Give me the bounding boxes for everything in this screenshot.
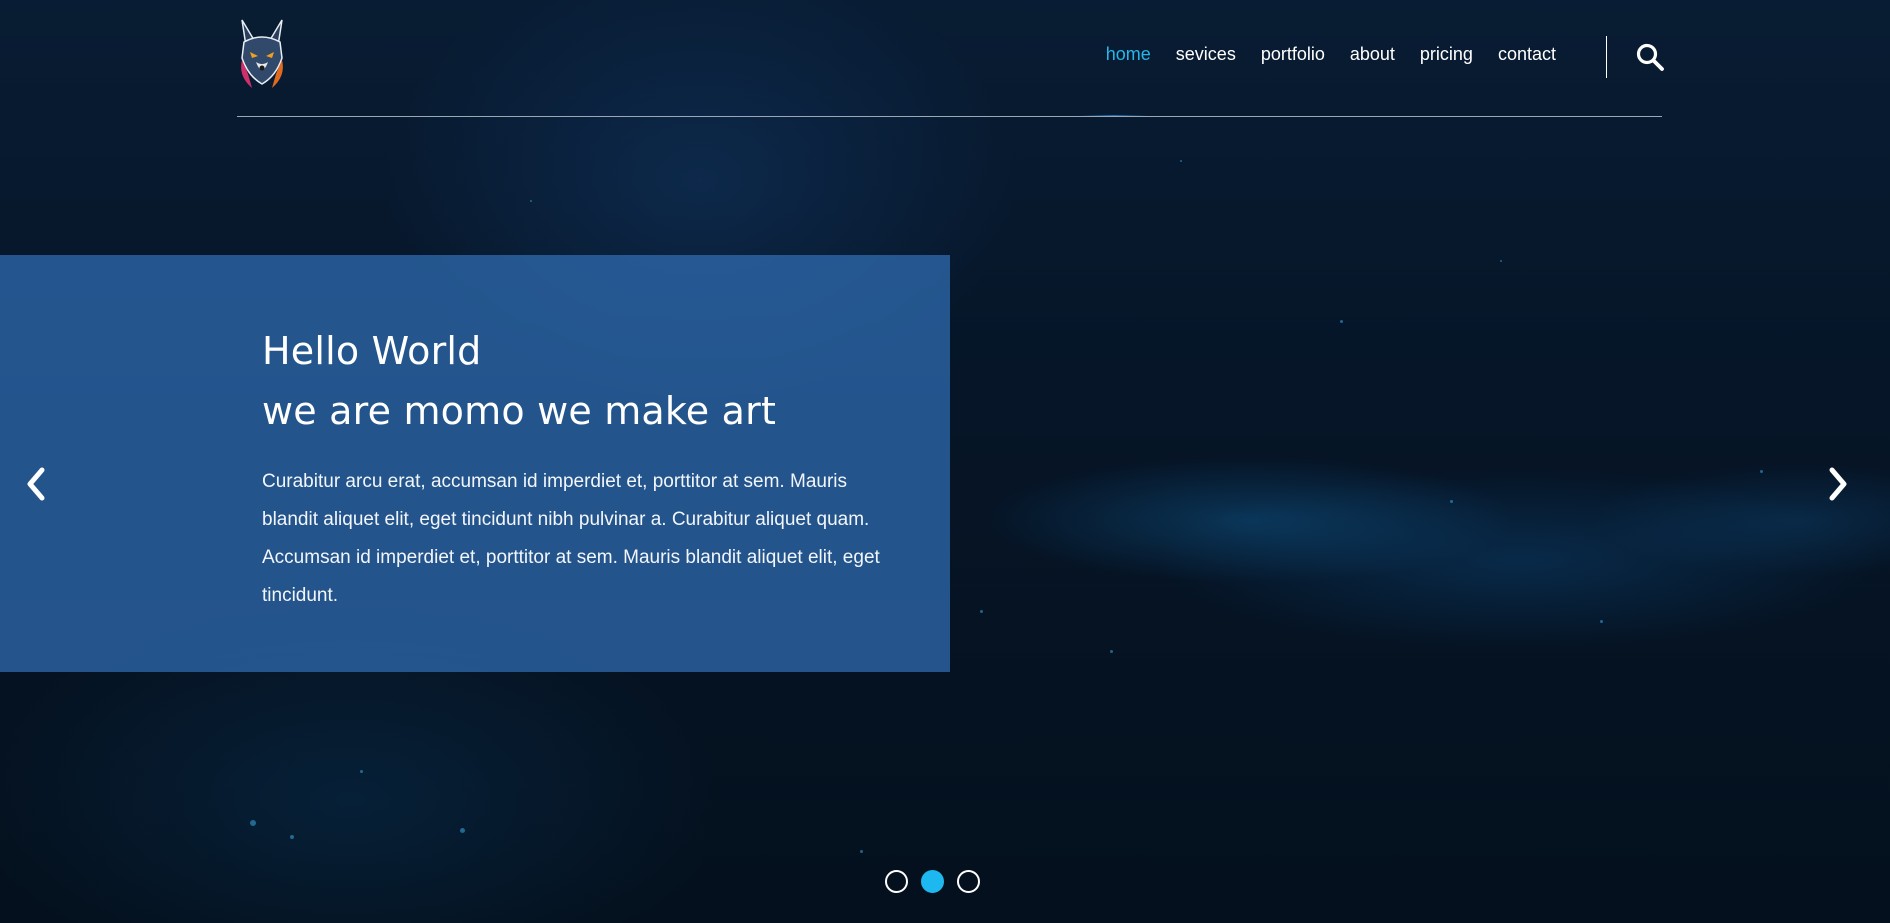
slide-title: Hello World we are momo we make art bbox=[262, 321, 892, 441]
slide-caption-panel: Hello World we are momo we make art Cura… bbox=[0, 255, 950, 672]
nav-item-services[interactable]: sevices bbox=[1176, 44, 1236, 65]
carousel-indicators bbox=[885, 870, 980, 893]
slide-title-line1: Hello World bbox=[262, 329, 482, 373]
search-icon[interactable] bbox=[1635, 42, 1665, 72]
nav-item-contact[interactable]: contact bbox=[1498, 44, 1556, 65]
carousel-dot-2[interactable] bbox=[921, 870, 944, 893]
nav-item-about[interactable]: about bbox=[1350, 44, 1395, 65]
carousel-dot-3[interactable] bbox=[957, 870, 980, 893]
chevron-right-icon[interactable] bbox=[1822, 464, 1852, 504]
nav-item-portfolio[interactable]: portfolio bbox=[1261, 44, 1325, 65]
nav-item-pricing[interactable]: pricing bbox=[1420, 44, 1473, 65]
hero-carousel: home sevices portfolio about pricing con… bbox=[0, 0, 1890, 923]
nav-item-home[interactable]: home bbox=[1106, 44, 1151, 65]
slide-title-line2: we are momo we make art bbox=[262, 389, 777, 433]
header-divider bbox=[1606, 36, 1607, 78]
chevron-left-icon[interactable] bbox=[22, 464, 52, 504]
wolf-head-logo[interactable] bbox=[236, 18, 288, 90]
header-separator bbox=[237, 116, 1662, 117]
carousel-dot-1[interactable] bbox=[885, 870, 908, 893]
slide-description: Curabitur arcu erat, accumsan id imperdi… bbox=[262, 471, 880, 606]
main-nav: home sevices portfolio about pricing con… bbox=[1106, 44, 1556, 65]
